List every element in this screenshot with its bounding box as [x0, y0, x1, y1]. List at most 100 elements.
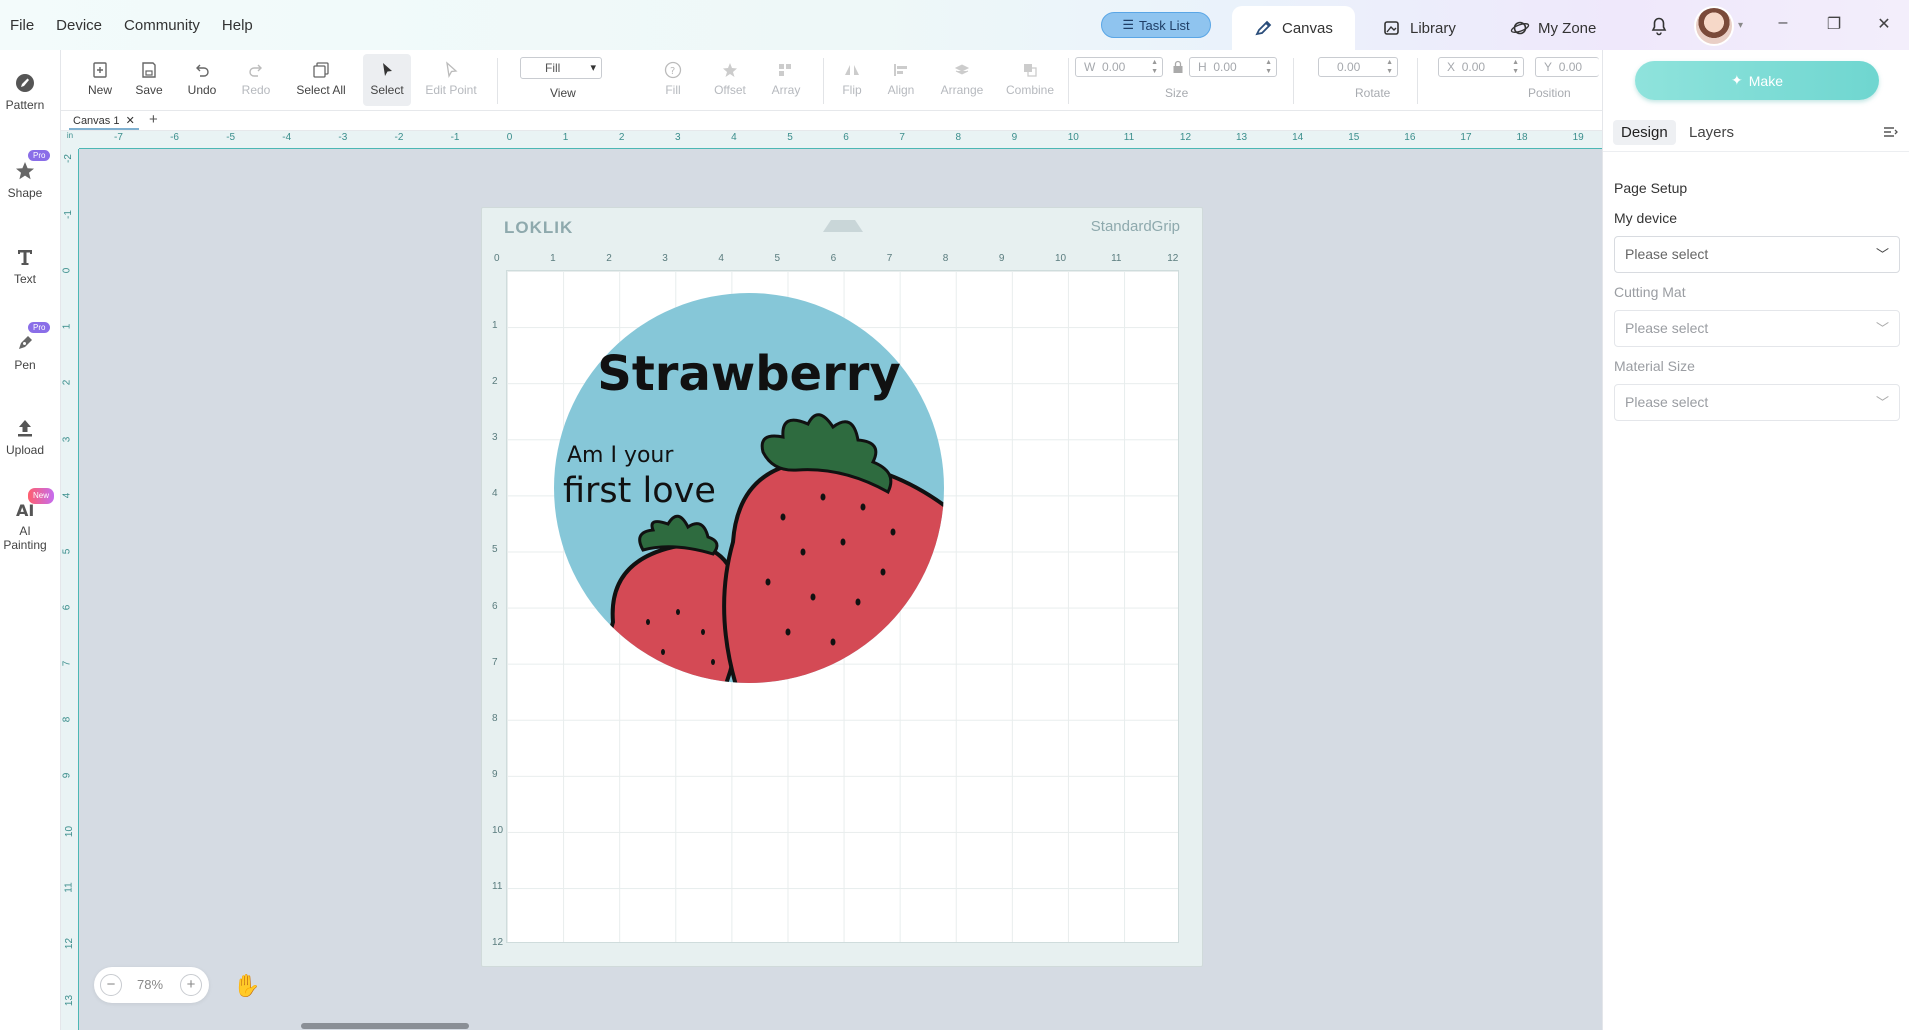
material-size-label: Material Size [1614, 358, 1695, 374]
menu-file[interactable]: File [10, 17, 34, 34]
view-select[interactable]: Fill [520, 57, 602, 79]
stepper-icon[interactable]: ▲ ▼ [1151, 58, 1158, 76]
stepper-icon[interactable]: ▲ ▼ [1386, 58, 1393, 76]
menu-community[interactable]: Community [124, 17, 200, 34]
ruler-tick-label: -5 [226, 132, 236, 143]
svg-text:AI: AI [16, 501, 34, 520]
mat-x-label: 11 [1111, 253, 1122, 264]
task-list-button[interactable]: ☰ Task List [1101, 12, 1211, 38]
panel-tabs: Design Layers [1603, 112, 1909, 152]
close-button[interactable]: ✕ [1872, 14, 1896, 34]
tool-shape[interactable]: Pro Shape [0, 150, 51, 200]
add-tab-button[interactable]: + [149, 111, 158, 128]
ruler-tick-label: 10 [1067, 132, 1079, 143]
chevron-down-icon: ﹀ [1875, 247, 1889, 262]
tool-pattern[interactable]: Pattern [0, 72, 50, 112]
nav-library[interactable]: Library [1360, 6, 1478, 50]
tool-pen[interactable]: Pro Pen [0, 322, 51, 372]
ruler-tick-label: 2 [618, 132, 625, 143]
ruler-tick-label: 9 [1011, 132, 1018, 143]
list-icon: ☰ [1122, 17, 1135, 32]
zoom-level: 78% [137, 977, 164, 992]
tab-layers[interactable]: Layers [1681, 120, 1742, 145]
ruler-tick-label: 8 [955, 132, 962, 143]
y-position-input[interactable]: Y 0.00 [1535, 57, 1599, 77]
chevron-down-icon[interactable]: ▾ [1738, 20, 1743, 31]
mat-x-label: 6 [830, 253, 837, 264]
mat-y-label: 1 [492, 320, 498, 331]
canvas-workspace[interactable]: -7 -6 -5 -4 -3 -2 -1 0 1 2 3 4 5 6 7 8 9 10 11 12 13 14 15 16 17… [61, 131, 1602, 1030]
flip-button[interactable]: Flip [828, 54, 876, 106]
arrange-button[interactable]: Arrange [933, 54, 991, 106]
minimize-button[interactable]: – [1771, 14, 1795, 32]
new-badge: New [28, 488, 55, 504]
select-button[interactable]: Select [363, 54, 411, 106]
width-input[interactable]: W 0.00 ▲ ▼ [1075, 57, 1163, 77]
height-input[interactable]: H 0.00 ▲ ▼ [1189, 57, 1277, 77]
avatar[interactable] [1694, 6, 1734, 46]
new-button[interactable]: New [76, 54, 124, 106]
canvas-icon [1255, 20, 1272, 36]
view-label: View [550, 86, 576, 100]
mat-tab [823, 220, 863, 232]
my-device-label: My device [1614, 210, 1678, 226]
mat-x-label: 7 [886, 253, 893, 264]
zoom-out-button[interactable]: − [100, 974, 122, 996]
ruler-tick-label: -2 [394, 132, 404, 143]
save-button[interactable]: Save [125, 54, 173, 106]
nav-my-zone[interactable]: My Zone [1488, 6, 1618, 50]
bell-icon[interactable] [1648, 14, 1670, 36]
nav-canvas[interactable]: Canvas [1232, 6, 1355, 50]
tool-text[interactable]: Text [0, 246, 50, 286]
material-size-select[interactable]: Please select ﹀ [1614, 384, 1900, 421]
tab-canvas-1[interactable]: Canvas 1 ✕ [69, 113, 139, 130]
hand-icon[interactable]: ✋ [233, 973, 260, 999]
lock-icon[interactable] [1172, 60, 1184, 74]
rotate-input[interactable]: 0.00 ▲ ▼ [1318, 57, 1398, 77]
menu-device[interactable]: Device [56, 17, 102, 34]
cutting-mat-select[interactable]: Please select ﹀ [1614, 310, 1900, 347]
ruler-tick-label: 5 [787, 132, 793, 143]
restore-button[interactable]: ❐ [1822, 14, 1846, 34]
horizontal-ruler: -7 -6 -5 -4 -3 -2 -1 0 1 2 3 4 5 6 7 8 9 10 11 12 13 14 15 16 17… [61, 131, 1602, 149]
design-line1: Am I your [567, 443, 674, 468]
close-icon[interactable]: ✕ [123, 115, 135, 127]
select-all-button[interactable]: Select All [287, 54, 355, 106]
menu-bar: File Device Community Help [10, 0, 253, 50]
planet-icon [1510, 21, 1530, 35]
combine-button[interactable]: Combine [998, 54, 1062, 106]
align-button[interactable]: Align [877, 54, 925, 106]
fill-button[interactable]: ? Fill [649, 54, 697, 106]
horizontal-scrollbar[interactable] [301, 1023, 469, 1029]
edit-point-button[interactable]: Edit Point [419, 54, 483, 106]
offset-button[interactable]: Offset [706, 54, 754, 106]
array-button[interactable]: Array [762, 54, 810, 106]
cursor-icon [383, 63, 392, 76]
redo-button[interactable]: Redo [232, 54, 280, 106]
ruler-tick-label: -3 [338, 132, 348, 143]
menu-help[interactable]: Help [222, 17, 253, 34]
ruler-tick-label: 8 [61, 716, 73, 723]
x-position-input[interactable]: X 0.00 ▲ ▼ [1438, 57, 1524, 77]
undo-button[interactable]: Undo [178, 54, 226, 106]
tool-ai-painting[interactable]: New AI AI Painting [0, 488, 55, 552]
panel-menu-icon[interactable] [1882, 124, 1898, 140]
sparkle-icon: ✦ [1731, 72, 1743, 88]
ruler-tick-label: 5 [61, 548, 73, 554]
tool-upload[interactable]: Upload [0, 417, 50, 457]
mat-y-label: 3 [492, 432, 498, 444]
device-select[interactable]: Please select ﹀ [1614, 236, 1900, 273]
make-button[interactable]: ✦ Make [1635, 61, 1879, 100]
stepper-icon[interactable]: ▲ ▼ [1512, 58, 1519, 76]
zoom-in-button[interactable]: + [180, 974, 202, 996]
stepper-icon[interactable]: ▲ ▼ [1265, 58, 1272, 76]
mat-x-label: 2 [606, 253, 612, 264]
offset-icon [723, 63, 737, 77]
strawberry-design[interactable]: Strawberry Am I your first love [553, 292, 945, 684]
tab-design[interactable]: Design [1613, 120, 1676, 145]
ruler-tick-label: 7 [61, 660, 73, 667]
cutting-mat: LOKLIK StandardGrip Strawberry Am I your… [481, 207, 1203, 967]
ruler-tick-label: 10 [64, 826, 76, 838]
design-line2: first love [563, 471, 716, 511]
ruler-tick-label: 1 [61, 324, 73, 330]
